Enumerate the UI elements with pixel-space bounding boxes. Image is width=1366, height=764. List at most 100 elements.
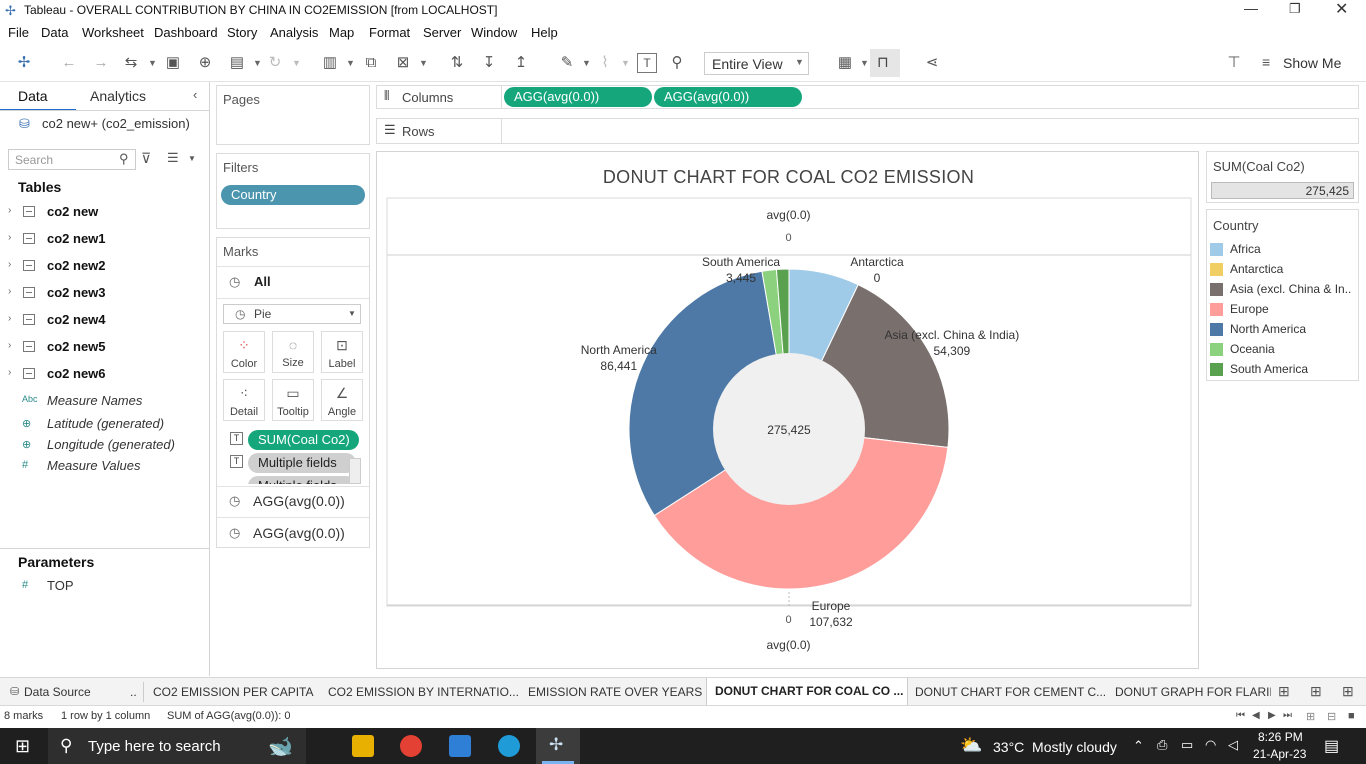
swap-icon[interactable]: ⇅ <box>447 53 467 73</box>
save-icon[interactable]: ▣ <box>163 53 183 73</box>
columns-shelf[interactable]: ⫴ Columns AGG(avg(0.0)) AGG(avg(0.0)) <box>376 85 1359 109</box>
chevron-down-icon[interactable]: ▼ <box>346 53 355 73</box>
search-input[interactable]: Search ⚲ <box>8 149 136 170</box>
rows-shelf[interactable]: ☰ Rows <box>376 118 1359 144</box>
last-sheet-icon[interactable]: ⏭ <box>1283 710 1292 721</box>
new-story-icon[interactable]: ⊞ <box>1342 683 1354 700</box>
chevron-down-icon[interactable]: ▼ <box>292 53 301 73</box>
pin-icon[interactable]: ⚲ <box>667 53 687 73</box>
sort-descending-icon[interactable]: ↥ <box>511 53 531 73</box>
menu-format[interactable]: Format <box>369 25 410 40</box>
angle-button[interactable]: ∠ Angle <box>321 379 363 421</box>
menu-window[interactable]: Window <box>471 25 517 40</box>
color-button[interactable]: ⁘ Color <box>223 331 265 373</box>
presentation-icon[interactable]: ▦ <box>835 53 855 73</box>
tab-sheet[interactable]: DONUT CHART FOR CEMENT C... <box>915 685 1106 699</box>
chevron-right-icon[interactable]: › <box>8 232 11 243</box>
viz-canvas[interactable]: DONUT CHART FOR COAL CO2 EMISSION avg(0.… <box>376 151 1199 669</box>
duplicate-icon[interactable]: ⧉ <box>361 53 381 73</box>
field-item[interactable]: Abc Measure Names <box>0 392 210 412</box>
chevron-down-icon[interactable]: ▼ <box>188 154 196 163</box>
file-explorer-icon[interactable] <box>352 735 374 757</box>
tab-sheet-clipped[interactable]: DONUT GRAPH FOR FLARIN <box>1113 678 1271 705</box>
menu-help[interactable]: Help <box>531 25 558 40</box>
minimize-icon[interactable]: — <box>1244 0 1258 16</box>
tooltip-button[interactable]: ▭ Tooltip <box>272 379 314 421</box>
measure-legend[interactable]: SUM(Coal Co2) 275,425 <box>1206 151 1359 203</box>
scrollbar[interactable] <box>349 458 361 484</box>
store-icon[interactable] <box>449 735 471 757</box>
tableau-home-icon[interactable]: ✢ <box>14 53 34 73</box>
chevron-down-icon[interactable]: ▼ <box>582 53 591 73</box>
new-dashboard-icon[interactable]: ⊞ <box>1310 683 1322 700</box>
edge-icon[interactable] <box>498 735 520 757</box>
show-me-button[interactable]: ≡ Show Me <box>1260 53 1360 73</box>
show-labels-icon[interactable]: T <box>637 53 657 73</box>
agg-marks-tab[interactable]: AGG(avg(0.0)) <box>253 493 345 509</box>
tab-data-source[interactable]: Data Source <box>24 685 91 699</box>
agg-marks-tab[interactable]: AGG(avg(0.0)) <box>253 525 345 541</box>
marks-all-label[interactable]: All <box>254 274 271 289</box>
tab-sheet[interactable]: CO2 EMISSION PER CAPITA <box>153 685 313 699</box>
chevron-right-icon[interactable]: › <box>8 367 11 378</box>
filter-pill-country[interactable]: Country <box>221 185 365 205</box>
filters-card[interactable]: Filters Country <box>216 153 370 229</box>
menu-file[interactable]: File <box>8 25 29 40</box>
chevron-down-icon[interactable]: ▼ <box>253 53 262 73</box>
attach-icon[interactable]: ⌇ <box>595 53 615 73</box>
tab-data[interactable]: Data <box>18 88 48 104</box>
menu-dashboard[interactable]: Dashboard <box>154 25 218 40</box>
size-button[interactable]: ◌ Size <box>272 331 314 373</box>
mark-field-pill[interactable]: Multiple fields <box>248 453 356 473</box>
field-item[interactable]: ⊕ Latitude (generated) <box>0 415 210 435</box>
menu-analysis[interactable]: Analysis <box>270 25 318 40</box>
weather-text[interactable]: 33°C Mostly cloudy <box>993 739 1117 755</box>
highlight-icon[interactable]: ✎ <box>557 53 577 73</box>
clock-time[interactable]: 8:26 PM <box>1258 730 1303 744</box>
undo-icon[interactable]: ← <box>59 53 79 73</box>
restore-icon[interactable]: ❐ <box>1289 1 1301 17</box>
chevron-down-icon[interactable]: ▼ <box>419 53 428 73</box>
chrome-icon[interactable] <box>400 735 422 757</box>
detail-button[interactable]: ⁖ Detail <box>223 379 265 421</box>
chevron-right-icon[interactable]: › <box>8 313 11 324</box>
chevron-right-icon[interactable]: › <box>8 340 11 351</box>
collapse-pane-icon[interactable]: ‹ <box>193 87 197 102</box>
refresh-icon[interactable]: ↻ <box>265 53 285 73</box>
menu-server[interactable]: Server <box>423 25 461 40</box>
tab-analytics[interactable]: Analytics <box>90 88 146 104</box>
replay-icon[interactable]: ⇆ <box>121 53 141 73</box>
new-datasource-icon[interactable]: ⊕ <box>195 53 215 73</box>
chevron-right-icon[interactable]: › <box>8 205 11 216</box>
tableau-taskbar-button[interactable]: ✢ <box>536 728 580 764</box>
label-button[interactable]: ⊡ Label <box>321 331 363 373</box>
column-pill[interactable]: AGG(avg(0.0)) <box>654 87 802 107</box>
filmstrip-icon[interactable]: ⊟ <box>1327 710 1336 723</box>
menu-data[interactable]: Data <box>41 25 68 40</box>
chevron-down-icon[interactable]: ▼ <box>860 53 869 73</box>
new-worksheet-icon[interactable]: ▥ <box>320 53 340 73</box>
clear-sheet-icon[interactable]: ⊠ <box>393 53 413 73</box>
field-item[interactable]: # Measure Values <box>0 457 210 477</box>
meet-now-icon[interactable]: ⎙ <box>1157 737 1167 753</box>
notifications-icon[interactable]: ▤ <box>1324 736 1339 756</box>
show-tabs-icon[interactable]: ⊞ <box>1306 710 1315 723</box>
mark-type-select[interactable]: ◷ Pie ▼ <box>223 304 361 324</box>
sort-ascending-icon[interactable]: ↧ <box>479 53 499 73</box>
volume-icon[interactable]: ◁ <box>1228 737 1238 753</box>
first-sheet-icon[interactable]: ⏮ <box>1236 710 1245 721</box>
chevron-down-icon[interactable]: ▼ <box>148 53 157 73</box>
share-icon[interactable]: ⋖ <box>922 53 942 73</box>
close-icon[interactable]: ✕ <box>1335 0 1348 19</box>
filter-icon[interactable]: ⊽ <box>141 150 151 167</box>
menu-story[interactable]: Story <box>227 25 257 40</box>
table-item[interactable]: › co2 new1 <box>0 230 210 250</box>
table-item[interactable]: › co2 new6 <box>0 365 210 385</box>
redo-icon[interactable]: → <box>91 53 111 73</box>
table-item[interactable]: › co2 new4 <box>0 311 210 331</box>
chevron-right-icon[interactable]: › <box>8 259 11 270</box>
menu-worksheet[interactable]: Worksheet <box>82 25 144 40</box>
tab-sheet[interactable]: EMISSION RATE OVER YEARS <box>528 685 702 699</box>
windows-start-icon[interactable]: ⊞ <box>15 736 30 757</box>
parameter-item[interactable]: # TOP <box>0 577 210 597</box>
